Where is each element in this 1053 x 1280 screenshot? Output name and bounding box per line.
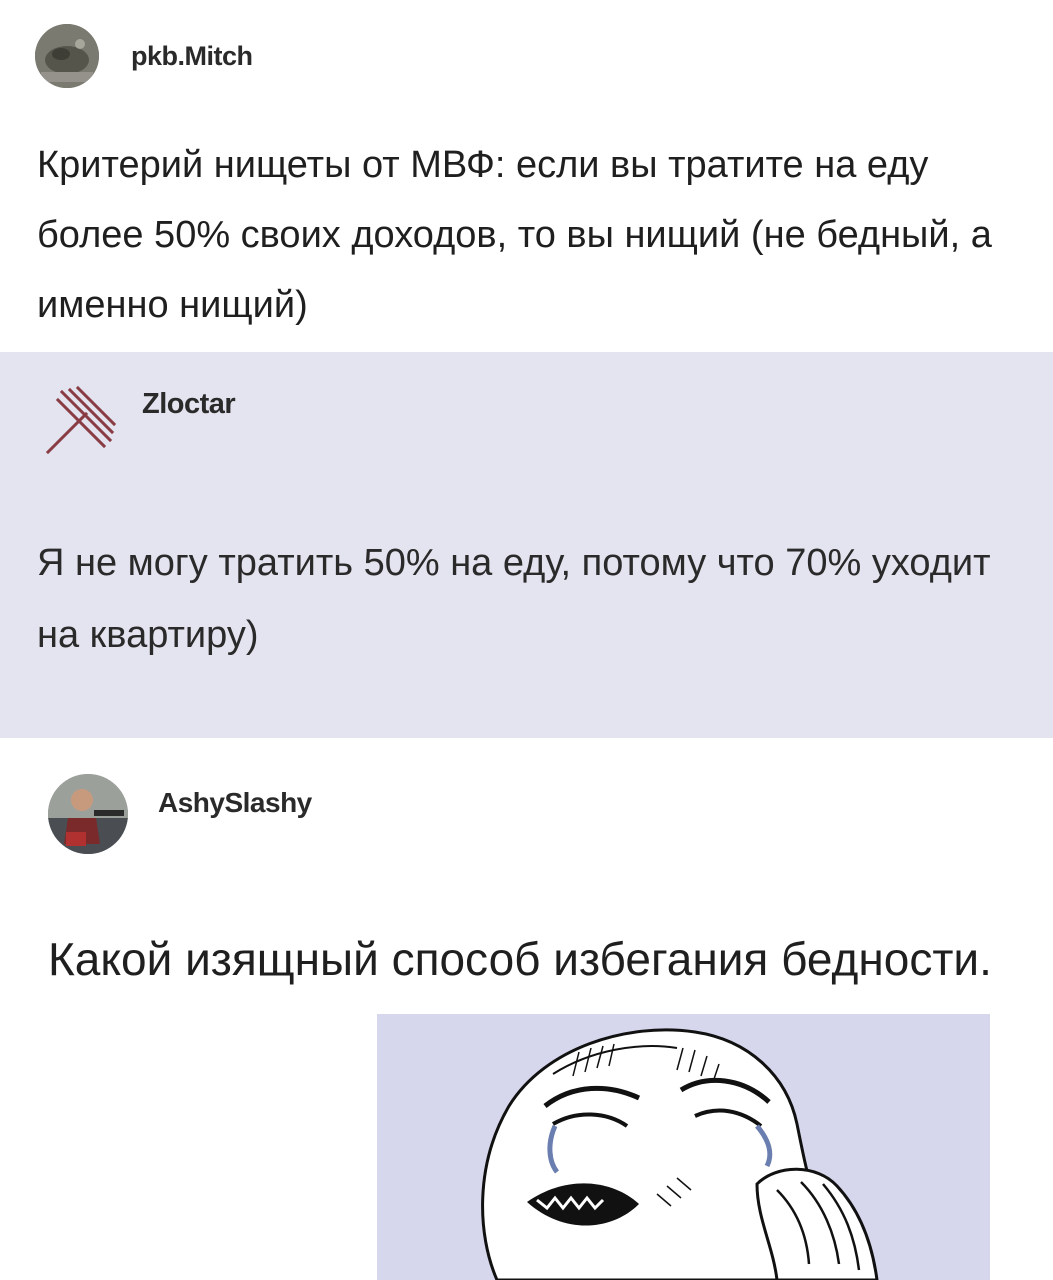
author-name[interactable]: Zloctar bbox=[142, 388, 236, 421]
post-author[interactable]: AshySlashy bbox=[48, 774, 312, 854]
post-reply: AshySlashy Какой изящный способ избегани… bbox=[0, 738, 1053, 1280]
crying-meme-face-icon bbox=[377, 1014, 990, 1280]
post-author[interactable]: pkb.Mitch bbox=[35, 24, 253, 88]
avatar-photo-icon bbox=[48, 774, 128, 854]
post-thread: pkb.Mitch Критерий нищеты от МВФ: если в… bbox=[0, 0, 1053, 1280]
avatar-photo-icon bbox=[35, 24, 99, 88]
meme-image[interactable] bbox=[377, 1014, 990, 1280]
author-name[interactable]: AshySlashy bbox=[158, 787, 312, 819]
post-author[interactable]: Zloctar bbox=[40, 382, 236, 460]
post-text: Критерий нищеты от МВФ: если вы тратите … bbox=[37, 144, 992, 326]
diagonal-lines-logo-icon[interactable] bbox=[40, 382, 118, 460]
post-reply: Zloctar Я не могу тратить 50% на еду, по… bbox=[0, 352, 1053, 738]
post-text: Какой изящный способ избегания бедности. bbox=[48, 933, 992, 985]
avatar[interactable] bbox=[48, 774, 128, 854]
post-original: pkb.Mitch Критерий нищеты от МВФ: если в… bbox=[0, 0, 1053, 352]
post-text: Я не могу тратить 50% на еду, потому что… bbox=[37, 542, 991, 656]
author-name[interactable]: pkb.Mitch bbox=[131, 41, 253, 72]
avatar[interactable] bbox=[35, 24, 99, 88]
